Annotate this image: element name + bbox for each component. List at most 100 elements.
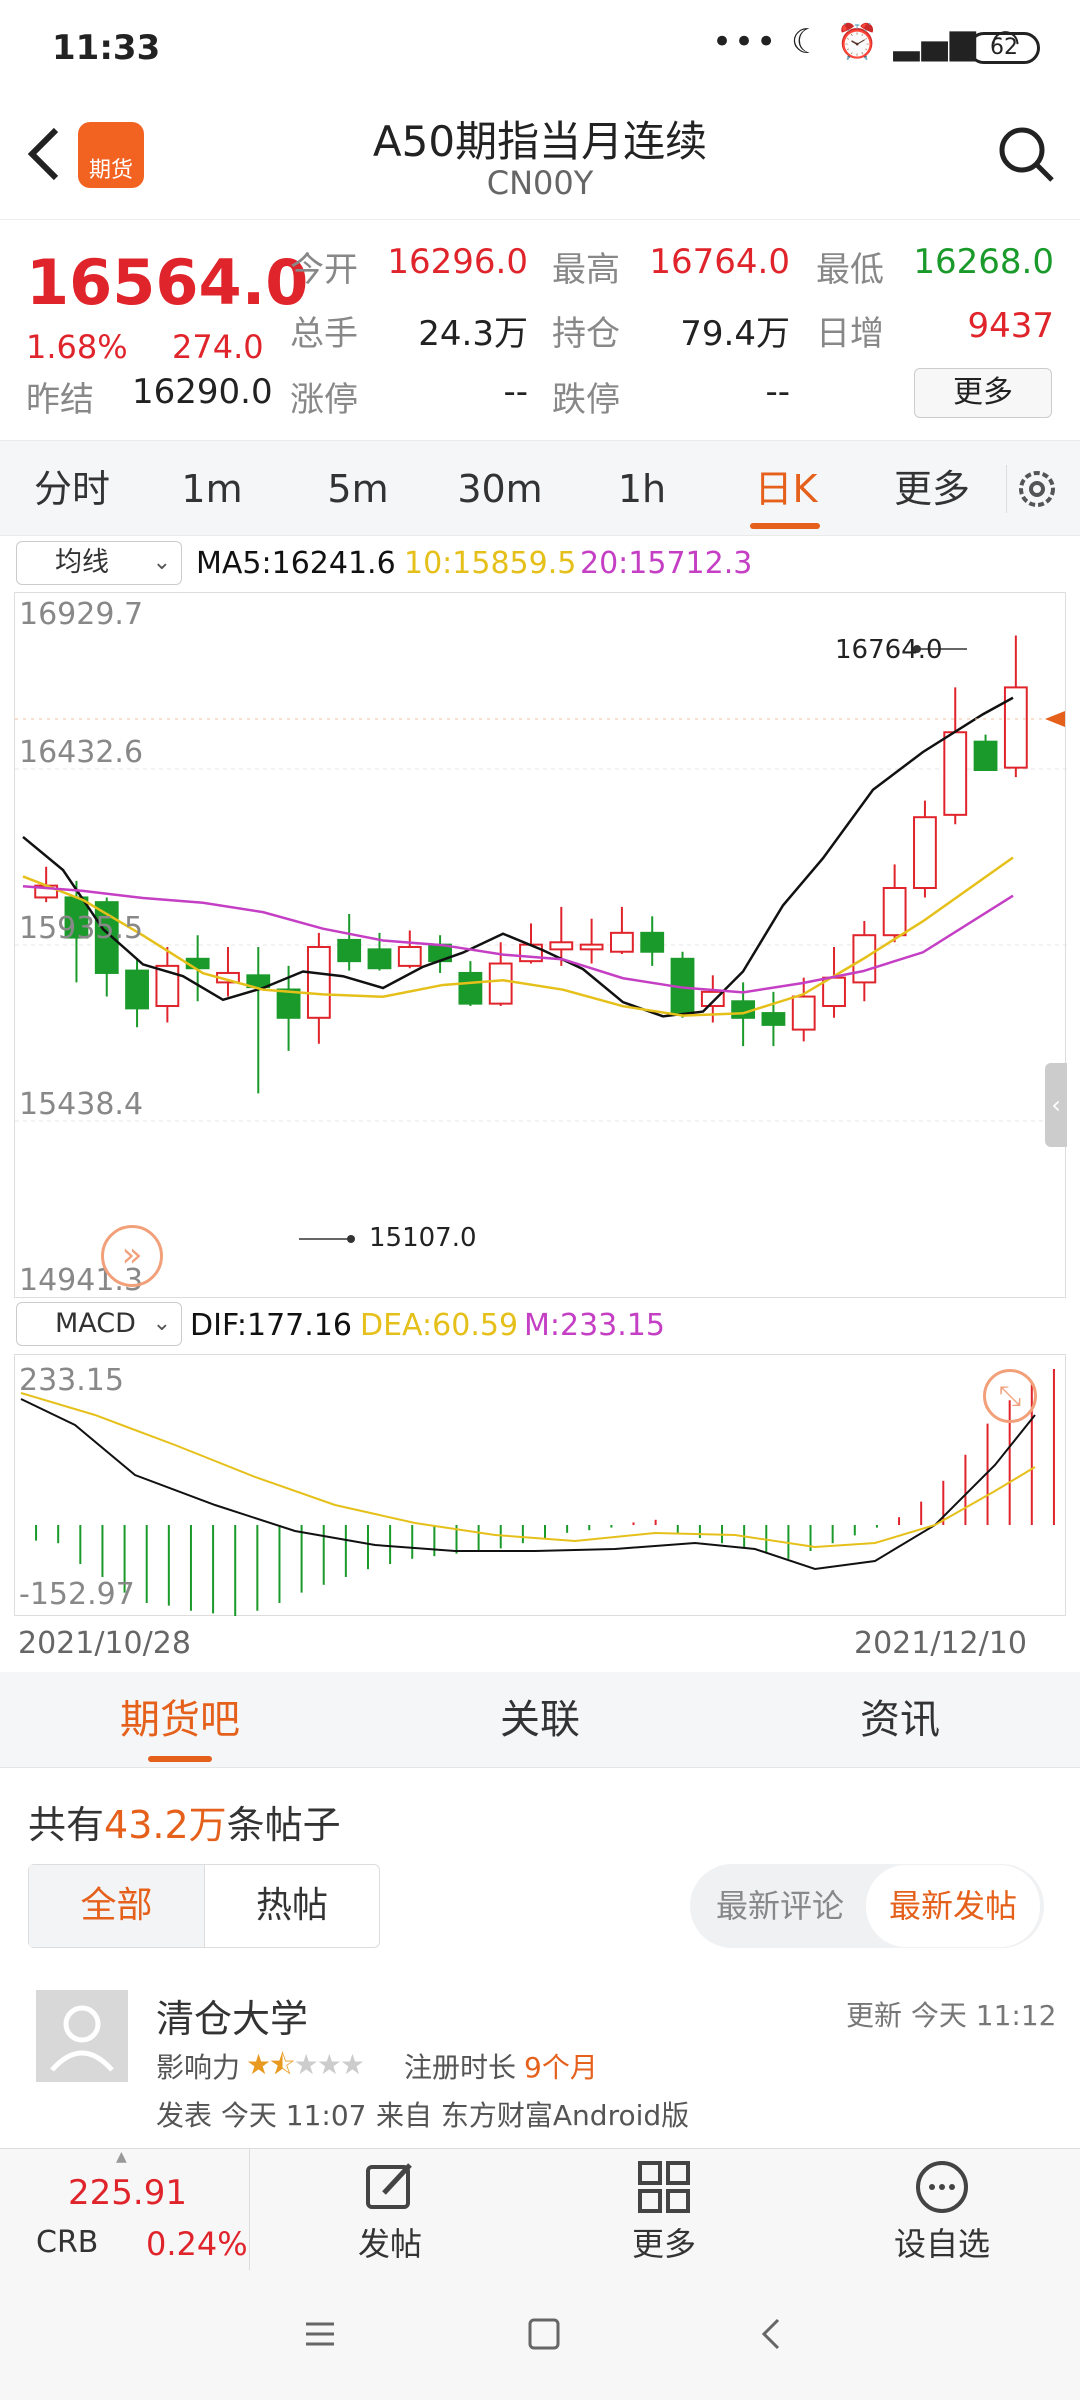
y-label-4: 15438.4: [19, 1087, 144, 1122]
candle-body: [276, 988, 301, 1019]
battery-icon: 62: [968, 32, 1040, 64]
candlestick-chart[interactable]: 16929.7 16432.6 15935.5 15438.4 14941.3 …: [14, 592, 1067, 1298]
daily-increase-label: 日增: [816, 314, 884, 354]
post-filter-segment: 全部 热帖: [28, 1864, 380, 1948]
status-bar: 11:33 ••• ☾ ⏰ ▂▄▆ ◠ 62: [0, 0, 1080, 90]
bottom-action-bar: ▲ 225.91 CRB 0.24% 发帖 更多 设自选: [0, 2148, 1080, 2271]
macd-m: M:233.15: [524, 1308, 665, 1343]
candle-body: [488, 962, 513, 1005]
tab-1h[interactable]: 1h: [580, 441, 704, 537]
candle-body: [943, 731, 968, 816]
crb-label: CRB: [36, 2225, 99, 2260]
page-title: A50期指当月连续: [372, 117, 708, 166]
caret-up-icon: ▲: [116, 2149, 127, 2165]
influence-label: 影响力: [156, 2051, 241, 2084]
limit-down-value: --: [765, 372, 790, 412]
filter-all[interactable]: 全部: [29, 1865, 205, 1947]
last-price-arrow: [1045, 711, 1065, 727]
candle-body: [579, 943, 604, 951]
candle-body: [367, 948, 392, 970]
high-label: 最高: [552, 250, 620, 290]
post-item[interactable]: 清仓大学 更新 今天 11:12 影响力 ★⯪★★★ 注册时长 9个月 发表 今…: [0, 1980, 1080, 2140]
crb-value: 225.91: [68, 2173, 187, 2213]
post-updated: 更新 今天 11:12: [846, 1999, 1057, 2032]
tab-1m[interactable]: 1m: [150, 441, 274, 537]
search-icon[interactable]: [996, 124, 1056, 184]
min-marker-dot: [347, 1235, 355, 1243]
change-value: 274.0: [172, 328, 264, 366]
change-pct: 1.68%: [26, 328, 128, 366]
y-label-3: 15935.5: [19, 911, 144, 946]
daily-increase-value: 9437: [967, 306, 1054, 346]
fullscreen-toggle-icon[interactable]: ⤡: [983, 1369, 1037, 1423]
macd-y-bottom: -152.97: [19, 1577, 135, 1612]
sort-toggle: 最新评论 最新发帖: [690, 1864, 1044, 1948]
post-button[interactable]: 发帖: [300, 2159, 480, 2269]
status-time: 11:33: [52, 28, 161, 68]
candle-body: [973, 740, 998, 771]
tab-intraday[interactable]: 分时: [10, 441, 134, 537]
post-author[interactable]: 清仓大学: [156, 1988, 308, 2043]
tab-news[interactable]: 资讯: [780, 1672, 1020, 1768]
chat-bubble-icon: [916, 2161, 968, 2213]
crb-pct: 0.24%: [146, 2225, 248, 2263]
tab-5m[interactable]: 5m: [296, 441, 420, 537]
more-button[interactable]: 更多: [574, 2159, 754, 2269]
chart-settings-gear-icon[interactable]: [1006, 465, 1055, 513]
low-label: 最低: [816, 250, 884, 290]
macd-dif: DIF:177.16: [190, 1308, 352, 1343]
post-source: 来自 东方财富Android版: [376, 2099, 690, 2132]
influence-stars-icon: ★⯪★★★: [246, 2048, 365, 2081]
add-watchlist-button[interactable]: 设自选: [852, 2159, 1032, 2269]
volume-label: 总手: [290, 314, 358, 354]
candle-body: [761, 1012, 786, 1026]
candle-body: [337, 938, 362, 963]
candle-body: [125, 969, 149, 1010]
y-label-top: 16929.7: [19, 597, 144, 632]
sort-latest-post[interactable]: 最新发帖: [866, 1865, 1040, 1947]
system-nav-bar: [0, 2270, 1080, 2400]
tab-30m[interactable]: 30m: [438, 441, 562, 537]
indicator-select-macd[interactable]: MACD ⌄: [16, 1302, 182, 1346]
avatar[interactable]: [36, 1990, 128, 2082]
sort-latest-comment[interactable]: 最新评论: [694, 1865, 866, 1947]
macd-chart[interactable]: 233.15 -152.97 ⤡: [14, 1354, 1066, 1616]
tab-more[interactable]: 更多: [870, 441, 994, 537]
nav-back-icon[interactable]: [752, 2314, 792, 2354]
side-handle-icon[interactable]: ‹: [1045, 1063, 1067, 1147]
candle-body: [185, 957, 210, 970]
macd-y-top: 233.15: [19, 1363, 124, 1398]
chevron-down-icon: ⌄: [152, 1311, 171, 1336]
indicator-select-ma[interactable]: 均线 ⌄: [16, 541, 182, 585]
candle-body: [306, 946, 331, 1019]
home-icon[interactable]: [524, 2314, 564, 2354]
chevron-down-icon: ⌄: [152, 550, 171, 575]
y-label-2: 16432.6: [19, 735, 144, 770]
tab-related[interactable]: 关联: [420, 1672, 660, 1768]
date-end: 2021/12/10: [854, 1626, 1027, 1661]
candle-body: [458, 971, 483, 1005]
more-quote-button[interactable]: 更多: [914, 368, 1052, 418]
limit-up-label: 涨停: [290, 380, 358, 420]
min-price-marker: 15107.0: [369, 1223, 477, 1253]
macd-dea: DEA:60.59: [360, 1308, 519, 1343]
expand-forward-icon[interactable]: »: [101, 1225, 163, 1287]
limit-up-value: --: [503, 372, 528, 412]
max-price-marker: 16764.0: [835, 635, 943, 665]
grid-icon: [638, 2161, 690, 2213]
open-label: 今开: [290, 250, 358, 290]
post-count: 共有43.2万条帖子: [28, 1803, 341, 1847]
open-interest-value: 79.4万: [680, 314, 790, 354]
high-value: 16764.0: [649, 242, 790, 282]
active-tab-indicator: [750, 523, 820, 529]
macd-dif-line: [20, 1398, 1036, 1571]
community-tabs: 期货吧 关联 资讯: [0, 1672, 1080, 1768]
prev-settle-label: 昨结: [26, 380, 94, 420]
crb-index[interactable]: ▲ 225.91 CRB 0.24%: [0, 2149, 250, 2271]
filter-hot[interactable]: 热帖: [205, 1865, 379, 1947]
menu-icon[interactable]: [300, 2314, 340, 2354]
reg-value: 9个月: [524, 2051, 598, 2084]
date-start: 2021/10/28: [18, 1626, 191, 1661]
tab-futures-forum[interactable]: 期货吧: [60, 1672, 300, 1768]
active-tab-indicator: [148, 1756, 212, 1762]
